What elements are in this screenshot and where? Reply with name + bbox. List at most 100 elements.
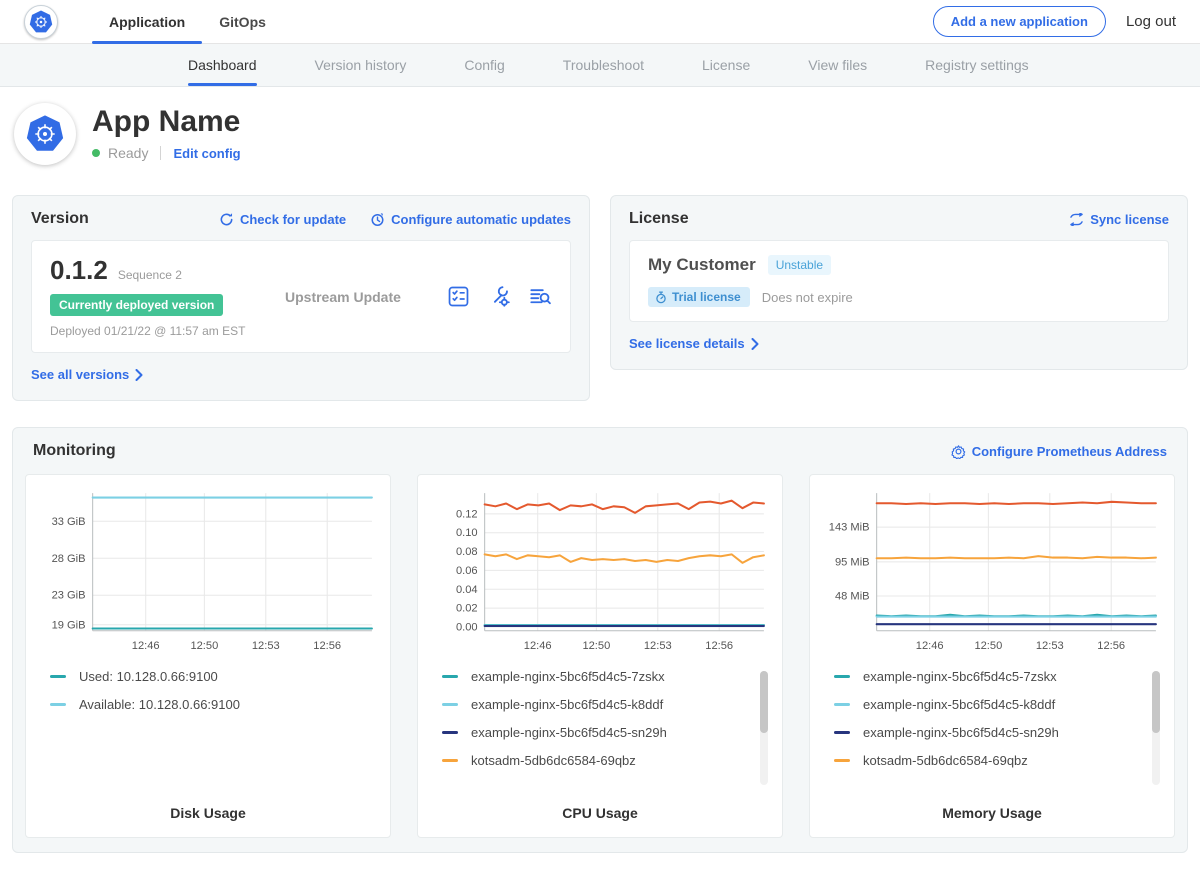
license-card: License Sync license My Customer Unstabl… [610, 195, 1188, 370]
chart-plot: 33 GiB28 GiB23 GiB19 GiB12:4612:5012:531… [36, 483, 380, 657]
refresh-icon [219, 212, 234, 227]
configure-automatic-updates-label: Configure automatic updates [391, 212, 571, 227]
chart-card-memory-usage: 143 MiB95 MiB48 MiB12:4612:5012:5312:56e… [809, 474, 1175, 838]
customer-name: My Customer [648, 255, 756, 275]
svg-text:12:53: 12:53 [252, 640, 280, 652]
nav-item-application[interactable]: Application [92, 0, 202, 43]
tab-view-files[interactable]: View files [808, 44, 867, 86]
legend-swatch [50, 675, 66, 678]
svg-text:0.04: 0.04 [456, 584, 478, 596]
check-for-update-link[interactable]: Check for update [219, 212, 346, 227]
svg-text:12:50: 12:50 [582, 640, 610, 652]
brand [24, 0, 58, 43]
svg-text:12:56: 12:56 [313, 640, 341, 652]
view-deploy-logs-icon[interactable] [529, 285, 552, 308]
check-for-update-label: Check for update [240, 212, 346, 227]
svg-text:12:56: 12:56 [705, 640, 733, 652]
app-avatar-kubernetes-icon [14, 103, 76, 165]
legend-item: example-nginx-5bc6f5d4c5-sn29h [834, 725, 1164, 740]
legend-label: kotsadm-5db6dc6584-69qbz [471, 753, 636, 768]
svg-text:48 MiB: 48 MiB [835, 590, 870, 602]
legend-swatch [442, 675, 458, 678]
legend-scrollbar-thumb[interactable] [760, 671, 768, 733]
tab-license[interactable]: License [702, 44, 750, 86]
configure-prometheus-link[interactable]: Configure Prometheus Address [951, 444, 1167, 459]
see-all-versions-label: See all versions [31, 367, 129, 382]
legend-scrollbar[interactable] [760, 671, 768, 785]
config-wrench-icon[interactable] [488, 285, 511, 308]
legend-swatch [834, 759, 850, 762]
legend-swatch [834, 675, 850, 678]
legend-label: Available: 10.128.0.66:9100 [79, 697, 240, 712]
legend-swatch [442, 759, 458, 762]
svg-text:95 MiB: 95 MiB [835, 556, 870, 568]
edit-config-link[interactable]: Edit config [173, 146, 240, 161]
license-type-badge: Trial license [648, 287, 750, 307]
legend-scrollbar-thumb[interactable] [1152, 671, 1160, 733]
see-license-details-link[interactable]: See license details [629, 336, 759, 351]
chart-plot: 0.120.100.080.060.040.020.0012:4612:5012… [428, 483, 772, 657]
nav-item-gitops[interactable]: GitOps [202, 0, 283, 43]
top-nav: Application GitOps Add a new application… [0, 0, 1200, 44]
legend-swatch [834, 731, 850, 734]
nav-item-application-label: Application [109, 14, 185, 30]
svg-text:12:53: 12:53 [644, 640, 672, 652]
tab-troubleshoot[interactable]: Troubleshoot [563, 44, 644, 86]
legend-swatch [50, 703, 66, 706]
legend-item: example-nginx-5bc6f5d4c5-k8ddf [834, 697, 1164, 712]
add-new-application-button[interactable]: Add a new application [933, 6, 1106, 37]
svg-text:0.02: 0.02 [456, 603, 478, 615]
version-number: 0.1.2 [50, 255, 108, 286]
legend-label: example-nginx-5bc6f5d4c5-sn29h [471, 725, 667, 740]
log-out-link[interactable]: Log out [1126, 13, 1176, 30]
tab-registry-settings[interactable]: Registry settings [925, 44, 1028, 86]
legend-cpu-usage: example-nginx-5bc6f5d4c5-7zskxexample-ng… [428, 669, 772, 795]
legend-item: kotsadm-5db6dc6584-69qbz [442, 753, 772, 768]
svg-text:12:46: 12:46 [132, 640, 160, 652]
legend-label: example-nginx-5bc6f5d4c5-7zskx [863, 669, 1057, 684]
svg-text:12:46: 12:46 [524, 640, 552, 652]
chevron-right-icon [751, 338, 759, 350]
nav-item-gitops-label: GitOps [219, 14, 266, 30]
status-dot [92, 149, 100, 157]
tab-version-history[interactable]: Version history [315, 44, 407, 86]
charts-row: 33 GiB28 GiB23 GiB19 GiB12:4612:5012:531… [25, 474, 1175, 838]
chart-plot: 143 MiB95 MiB48 MiB12:4612:5012:5312:56 [820, 483, 1164, 657]
legend-memory-usage: example-nginx-5bc6f5d4c5-7zskx example-ng… [820, 669, 1164, 795]
svg-text:0.08: 0.08 [456, 546, 478, 558]
chart-title-disk-usage: Disk Usage [36, 795, 380, 821]
tab-config[interactable]: Config [464, 44, 504, 86]
svg-text:19 GiB: 19 GiB [52, 619, 86, 631]
svg-text:12:46: 12:46 [916, 640, 944, 652]
svg-text:0.00: 0.00 [456, 621, 478, 633]
legend-item: example-nginx-5bc6f5d4c5-7zskx [834, 669, 1164, 684]
app-tab-bar: Dashboard Version history Config Trouble… [0, 44, 1200, 87]
see-all-versions-link[interactable]: See all versions [31, 367, 143, 382]
legend-scrollbar[interactable] [1152, 671, 1160, 785]
svg-text:0.10: 0.10 [456, 527, 478, 539]
legend-label: example-nginx-5bc6f5d4c5-k8ddf [471, 697, 663, 712]
legend-label: Used: 10.128.0.66:9100 [79, 669, 218, 684]
svg-text:12:56: 12:56 [1097, 640, 1125, 652]
channel-badge: Unstable [768, 255, 831, 275]
configure-prometheus-label: Configure Prometheus Address [972, 444, 1167, 459]
legend-label: example-nginx-5bc6f5d4c5-k8ddf [863, 697, 1055, 712]
chart-card-disk-usage: 33 GiB28 GiB23 GiB19 GiB12:4612:5012:531… [25, 474, 391, 838]
legend-item: example-nginx-5bc6f5d4c5-k8ddf [442, 697, 772, 712]
legend-swatch [834, 703, 850, 706]
svg-text:0.06: 0.06 [456, 565, 478, 577]
legend-item: Available: 10.128.0.66:9100 [50, 697, 380, 712]
svg-text:12:50: 12:50 [974, 640, 1002, 652]
configure-automatic-updates-link[interactable]: Configure automatic updates [370, 212, 571, 227]
tab-dashboard[interactable]: Dashboard [188, 44, 257, 86]
page-title: App Name [92, 105, 241, 138]
license-expiry: Does not expire [762, 290, 853, 305]
svg-text:12:53: 12:53 [1036, 640, 1064, 652]
chart-card-cpu-usage: 0.120.100.080.060.040.020.0012:4612:5012… [417, 474, 783, 838]
preflight-checks-icon[interactable] [447, 285, 470, 308]
legend-item: kotsadm-5db6dc6584-69qbz [834, 753, 1164, 768]
sync-license-link[interactable]: Sync license [1069, 212, 1169, 227]
legend-swatch [442, 703, 458, 706]
sync-license-label: Sync license [1090, 212, 1169, 227]
legend-label: kotsadm-5db6dc6584-69qbz [863, 753, 1028, 768]
